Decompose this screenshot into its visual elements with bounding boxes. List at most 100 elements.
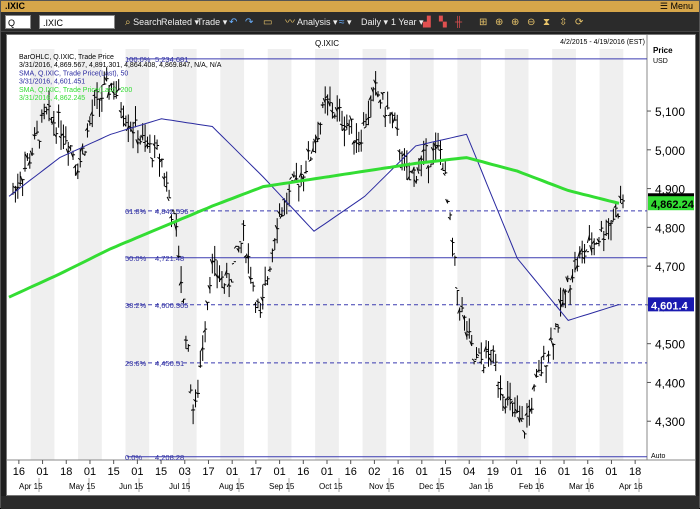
fib-level-value: 4,208.28 [155, 453, 184, 462]
menu-button[interactable]: ☰ Menu [660, 1, 693, 12]
undo-icon[interactable]: ↶ [229, 14, 237, 30]
time-month-label: Jan 16 [469, 482, 494, 491]
trade-button[interactable]: Trade ▾ [197, 14, 227, 30]
time-day-label: 19 [487, 466, 499, 478]
ohlc-open-tick [45, 107, 47, 108]
fib-level-value: 4,450.51 [155, 359, 184, 368]
time-month-label: May 15 [69, 482, 96, 491]
studies-icon[interactable]: ≈ ▾ [339, 14, 352, 30]
line-chart-icon[interactable]: ▟ [423, 14, 431, 30]
time-day-label: 17 [250, 466, 262, 478]
quote-type-field[interactable]: Q [5, 15, 31, 29]
search-icon: ⌕ [125, 15, 131, 31]
time-day-label: 15 [155, 466, 167, 478]
time-day-label: 16 [13, 466, 25, 478]
ohlc-open-tick [350, 116, 352, 122]
time-day-label: 18 [629, 466, 641, 478]
analysis-icon: 〰 [285, 15, 295, 31]
frequency-select[interactable]: Daily ▾ [361, 14, 388, 30]
price-tick-label: 4,500 [655, 338, 685, 352]
grid-band [268, 49, 292, 460]
price-tick-label: 5,100 [655, 105, 685, 119]
zoom-in-icon[interactable]: ⊕ [511, 14, 519, 30]
fib-level-percent: 50.0% [125, 254, 147, 263]
search-label: Search [133, 17, 162, 27]
related-label: Related [161, 17, 192, 27]
fit-icon[interactable]: ⧗ [543, 14, 550, 30]
currency-label: USD [653, 58, 668, 65]
status-bar [1, 496, 699, 509]
time-month-label: Jun 15 [119, 482, 144, 491]
price-tick-label: 5,000 [655, 144, 685, 158]
ohlc-open-tick [604, 234, 606, 235]
time-day-label: 18 [60, 466, 72, 478]
toolbar: Q .IXIC ⌕ Search Related ▾ Trade ▾ ↶ ↷ ▭… [1, 12, 699, 32]
fib-level-percent: 0.0% [125, 453, 142, 462]
time-month-label: Jul 15 [169, 482, 191, 491]
chart-window: .IXIC ☰ Menu Q .IXIC ⌕ Search Related ▾ … [0, 0, 700, 508]
time-day-label: 02 [368, 466, 380, 478]
grid-icon[interactable]: ⊞ [479, 14, 487, 30]
time-day-label: 15 [439, 466, 451, 478]
time-day-label: 03 [179, 466, 191, 478]
time-day-label: 01 [605, 466, 617, 478]
time-day-label: 01 [131, 466, 143, 478]
window-titlebar: .IXIC ☰ Menu [1, 1, 699, 12]
ohlc-open-tick [165, 186, 167, 187]
time-month-label: Apr 16 [619, 482, 643, 491]
legend-entry: SMA, Q.IXIC, Trade Price(Last), 200 [19, 87, 132, 94]
analysis-button[interactable]: 〰 Analysis ▾ [285, 14, 338, 30]
fib-level-percent: 61.8% [125, 207, 147, 216]
time-day-label: 16 [297, 466, 309, 478]
legend-entry: 3/31/2016, 4,869.567, 4,891.301, 4,864.4… [19, 62, 222, 69]
time-month-label: Nov 15 [369, 482, 395, 491]
zoom-out-icon[interactable]: ⊖ [527, 14, 535, 30]
folder-icon[interactable]: ▭ [263, 14, 272, 30]
ohlc-open-tick [97, 99, 99, 100]
fib-level-percent: 23.6% [125, 359, 147, 368]
chart-date-range: 4/2/2015 - 4/19/2016 (EST) [560, 39, 645, 46]
time-day-label: 01 [273, 466, 285, 478]
time-day-label: 01 [321, 466, 333, 478]
time-day-label: 15 [108, 466, 120, 478]
grid-band [363, 49, 387, 460]
grid-band [552, 49, 576, 460]
range-label: 1 Year [391, 17, 417, 27]
search-button[interactable]: ⌕ Search [125, 14, 162, 30]
chart-symbol-title: Q.IXIC [315, 39, 339, 48]
symbol-input[interactable]: .IXIC [39, 15, 115, 29]
time-day-label: 01 [36, 466, 48, 478]
time-day-label: 01 [226, 466, 238, 478]
candle-icon[interactable]: ╫ [455, 14, 462, 30]
related-button[interactable]: Related ▾ [161, 14, 199, 30]
time-day-label: 16 [534, 466, 546, 478]
window-title: .IXIC [5, 1, 25, 11]
price-chart[interactable]: 4,3004,4004,5004,6004,7004,8004,9005,000… [7, 35, 695, 495]
price-axis-panel [647, 35, 695, 460]
symbol-value: .IXIC [43, 18, 63, 28]
price-tick-label: 4,300 [655, 415, 685, 429]
time-month-label: Feb 16 [519, 482, 544, 491]
grid-band [31, 49, 55, 460]
time-day-label: 16 [582, 466, 594, 478]
ohlc-open-tick [206, 301, 208, 304]
refresh-icon[interactable]: ⟳ [575, 14, 583, 30]
legend-entry: BarOHLC, Q.IXIC, Trade Price [19, 54, 114, 61]
ohlc-open-tick [475, 359, 477, 360]
range-select[interactable]: 1 Year ▾ [391, 14, 424, 30]
bar-chart-icon[interactable]: ▚ [439, 14, 447, 30]
time-day-label: 16 [392, 466, 404, 478]
grid-band [220, 49, 244, 460]
pan-icon[interactable]: ⇳ [559, 14, 567, 30]
crosshair-icon[interactable]: ⊕ [495, 14, 503, 30]
ohlc-open-tick [102, 84, 104, 85]
chart-area[interactable]: 4,3004,4004,5004,6004,7004,8004,9005,000… [6, 34, 696, 496]
time-day-label: 01 [558, 466, 570, 478]
legend-entry: SMA, Q.IXIC, Trade Price(Last), 50 [19, 70, 128, 77]
price-tag-label: 4,862.24 [651, 199, 695, 211]
legend-entry: 3/31/2016, 4,601.451 [19, 79, 85, 86]
ohlc-open-tick [309, 160, 311, 162]
redo-icon[interactable]: ↷ [245, 14, 253, 30]
ohlc-open-tick [18, 183, 20, 184]
grid-band [600, 49, 624, 460]
